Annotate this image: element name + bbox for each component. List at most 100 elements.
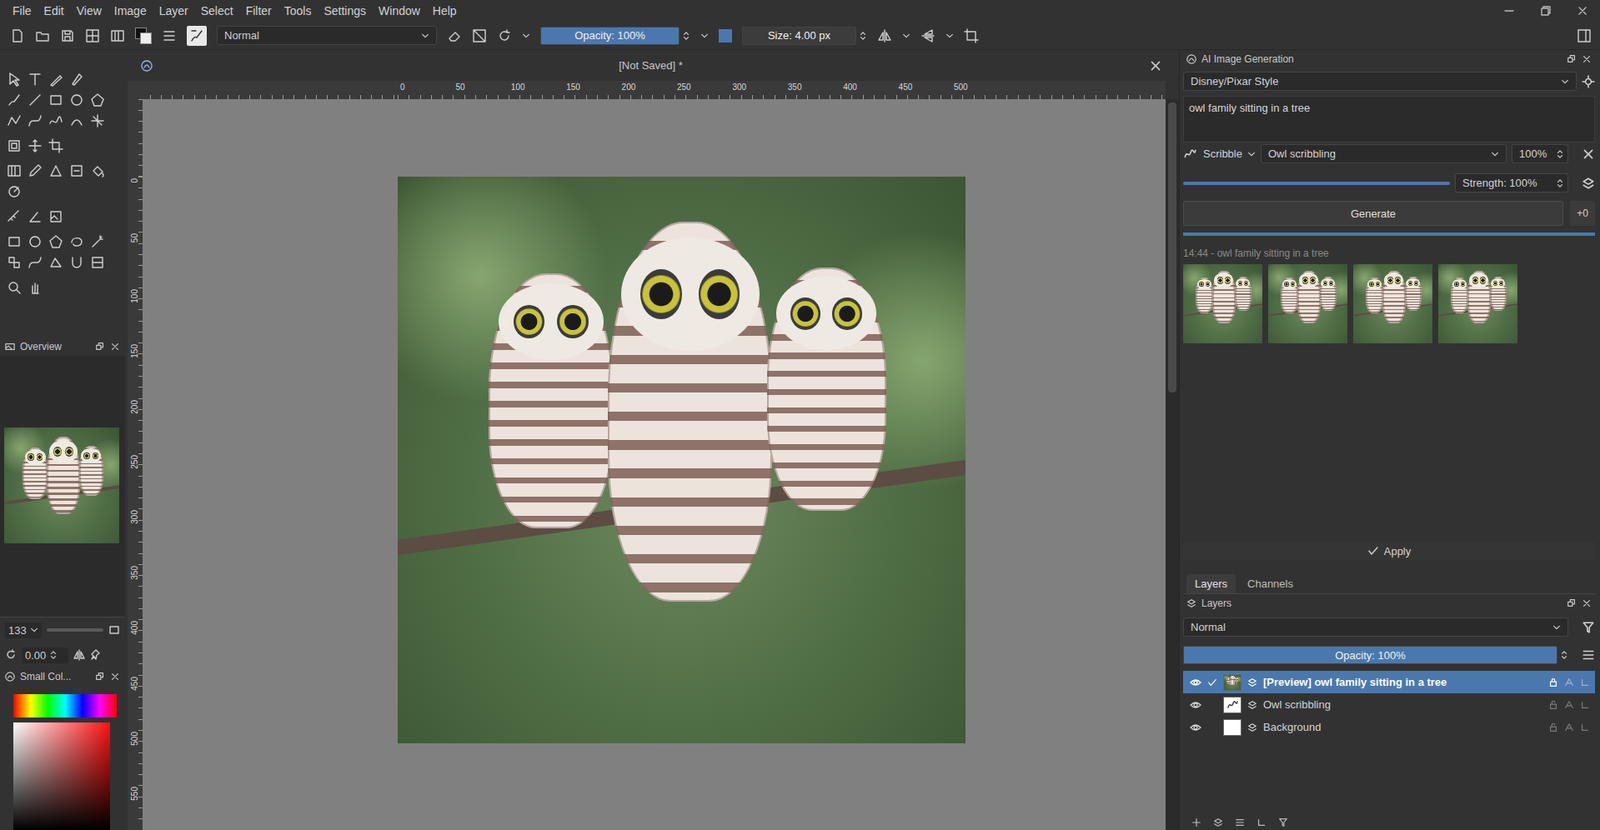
background-color[interactable] <box>140 32 152 45</box>
zoom-slider[interactable] <box>46 628 104 632</box>
dock-tab[interactable]: Layers <box>1186 574 1236 594</box>
menu-item[interactable]: Select <box>195 2 239 20</box>
inherit-alpha-icon[interactable] <box>1579 700 1590 711</box>
alpha-icon[interactable] <box>1564 700 1575 711</box>
rectsel-tool-icon[interactable] <box>6 234 22 250</box>
strength-field[interactable]: Strength: 100% <box>1454 173 1569 193</box>
layer-opacity-track[interactable]: Opacity: 100% <box>1183 646 1558 665</box>
plus-icon[interactable] <box>1191 817 1202 828</box>
samesel-tool-icon[interactable] <box>6 255 22 271</box>
line-tool-icon[interactable] <box>27 92 43 108</box>
style-dropdown[interactable]: Disney/Pixar Style <box>1183 71 1577 91</box>
lock-icon[interactable] <box>1548 677 1559 688</box>
layer-row[interactable]: Background <box>1183 716 1595 739</box>
close-icon[interactable] <box>1576 5 1589 17</box>
menu-item[interactable]: Settings <box>318 2 372 20</box>
add-control-icon[interactable] <box>1581 176 1595 191</box>
scrollbar-thumb[interactable] <box>1168 102 1177 393</box>
alpha-icon[interactable] <box>1564 722 1575 733</box>
pan-tool-icon[interactable] <box>27 280 43 296</box>
history-item[interactable] <box>1268 264 1348 344</box>
unlock-icon[interactable] <box>1548 700 1559 711</box>
filter-icon[interactable] <box>1581 621 1595 635</box>
magic-tool-icon[interactable] <box>90 234 106 250</box>
size-slider[interactable]: Size: 4.00 px <box>742 26 868 46</box>
layer-checkbox[interactable] <box>1207 722 1218 733</box>
menu-icon[interactable] <box>1234 817 1245 828</box>
menu-item[interactable]: View <box>71 2 107 20</box>
crop-tool-icon[interactable] <box>48 138 64 154</box>
brush-tool-icon[interactable] <box>6 92 22 108</box>
spin-arrows-icon[interactable] <box>1555 148 1565 161</box>
control-mode[interactable]: Scribble <box>1203 147 1243 161</box>
alpha-icon[interactable] <box>1564 677 1575 688</box>
chevron-down-icon[interactable] <box>902 31 911 41</box>
scrollbar[interactable] <box>1165 99 1179 830</box>
freesel-tool-icon[interactable] <box>69 234 85 250</box>
colorize-tool-icon[interactable] <box>48 163 64 179</box>
layer-row[interactable]: Owl scribbling <box>1183 693 1595 717</box>
eye-icon[interactable] <box>1189 722 1202 734</box>
dynamic-tool-icon[interactable] <box>69 113 85 129</box>
smartpatch-tool-icon[interactable] <box>69 163 85 179</box>
restore-icon[interactable] <box>1539 5 1552 17</box>
spin-arrows-icon[interactable] <box>1559 649 1569 662</box>
queue-button[interactable]: +0 <box>1569 200 1595 226</box>
layer-opacity-slider[interactable]: Opacity: 100% <box>1183 646 1569 665</box>
ellipsesel-tool-icon[interactable] <box>27 234 43 250</box>
polyline-tool-icon[interactable] <box>6 113 22 129</box>
angle-tool-icon[interactable] <box>27 209 43 225</box>
mirror-icon[interactable] <box>73 649 86 662</box>
menu-item[interactable]: Tools <box>279 2 317 20</box>
chevron-down-icon[interactable] <box>1247 150 1256 159</box>
control-weight-field[interactable]: 100% <box>1511 144 1569 164</box>
layer-row[interactable]: [Preview] owl family sitting in a tree <box>1183 671 1595 694</box>
inherit-alpha-icon[interactable] <box>1579 722 1590 733</box>
beziersel-tool-icon[interactable] <box>27 255 43 271</box>
history-item[interactable] <box>1353 264 1433 344</box>
spin-arrows-icon[interactable] <box>49 649 58 662</box>
rotate-icon[interactable] <box>5 649 17 662</box>
float-icon[interactable] <box>1566 598 1577 609</box>
canvas[interactable] <box>142 99 1166 830</box>
opacity-slider[interactable]: Opacity: 100% <box>540 26 691 46</box>
chevron-down-icon[interactable] <box>945 31 954 41</box>
menu-item[interactable]: Layer <box>154 2 194 20</box>
menu-icon[interactable] <box>1581 648 1595 663</box>
pin-icon[interactable] <box>90 649 102 662</box>
size-track[interactable]: Size: 4.00 px <box>742 26 857 46</box>
assistant-tool-icon[interactable] <box>6 184 22 200</box>
menu-item[interactable]: Help <box>427 2 462 20</box>
close-icon[interactable] <box>110 341 121 352</box>
magnetic-tool-icon[interactable] <box>69 255 85 271</box>
close-icon[interactable] <box>1581 54 1592 65</box>
close-document-icon[interactable] <box>1148 59 1163 73</box>
move-tool-icon[interactable] <box>27 138 43 154</box>
save-icon[interactable] <box>60 28 76 44</box>
layer-checkbox[interactable] <box>1207 700 1218 711</box>
inherit-icon[interactable] <box>1256 817 1267 828</box>
gear-icon[interactable] <box>1581 75 1595 89</box>
menu-item[interactable]: Edit <box>39 2 70 20</box>
eraser-icon[interactable] <box>446 28 462 44</box>
document-tab[interactable]: [Not Saved] * <box>127 50 1179 81</box>
newdoc-icon[interactable] <box>10 28 26 44</box>
open-icon[interactable] <box>35 28 51 44</box>
inherit-alpha-icon[interactable] <box>1579 677 1590 688</box>
select-tool-icon[interactable] <box>6 71 22 87</box>
zoom-tool-icon[interactable] <box>6 280 22 296</box>
fit-icon[interactable] <box>108 624 121 637</box>
gradient-tool-icon[interactable] <box>6 163 22 179</box>
polysel-tool-icon[interactable] <box>48 234 64 250</box>
color-swatch-icon[interactable] <box>135 27 152 45</box>
reference-tool-icon[interactable] <box>48 209 64 225</box>
bezier-tool-icon[interactable] <box>27 113 43 129</box>
gradient-icon[interactable] <box>110 28 126 44</box>
chevron-down-icon[interactable] <box>700 31 709 41</box>
zoom-dropdown[interactable]: 133 <box>5 622 42 639</box>
eye-icon[interactable] <box>1189 699 1202 712</box>
fill-tool-icon[interactable] <box>90 163 106 179</box>
text-tool-icon[interactable] <box>27 71 43 87</box>
ellipse-tool-icon[interactable] <box>69 92 85 108</box>
float-icon[interactable] <box>95 341 106 352</box>
